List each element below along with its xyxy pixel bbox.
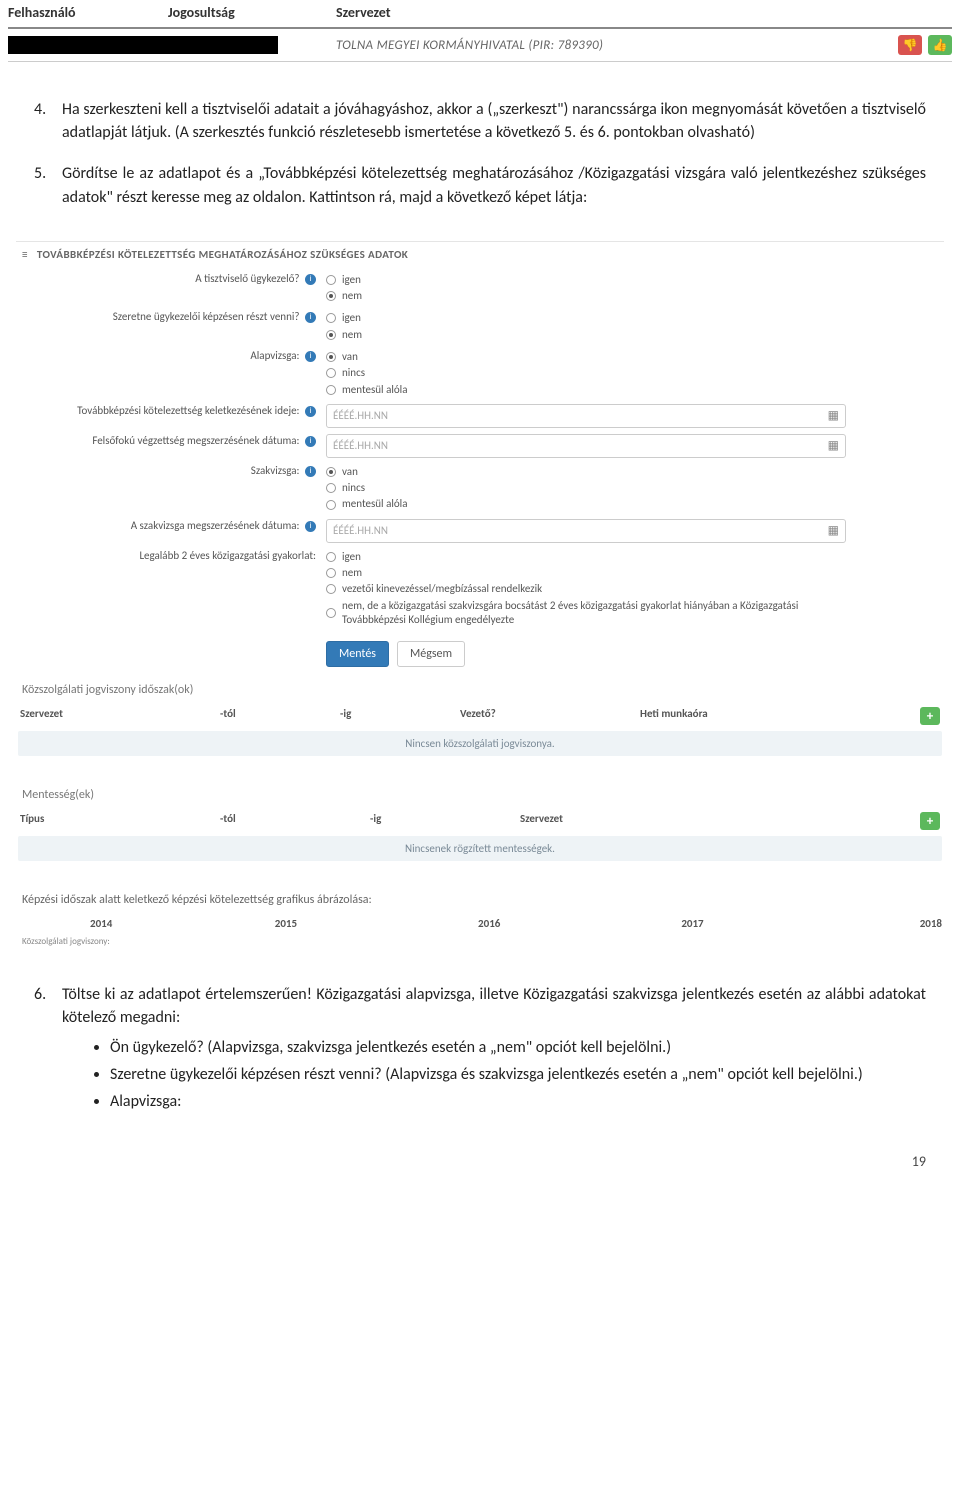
label-gyakorlat: Legalább 2 éves közigazgatási gyakorlat: [139,549,316,562]
mentesseg-empty: Nincsenek rögzített mentességek. [18,836,942,861]
paragraph-4: Ha szerkeszteni kell a tisztviselői adat… [62,98,926,144]
col-ig: -ig [366,812,516,830]
radio-label: mentesül alóla [342,497,407,511]
radio-label: nem [342,289,362,303]
radio-ugykezelo-igen[interactable] [326,275,336,285]
info-icon[interactable]: i [305,274,316,285]
radio-gyak-igen[interactable] [326,552,336,562]
radio-szeretne-igen[interactable] [326,313,336,323]
radio-label: nincs [342,481,365,495]
bullet-2: Szeretne ügykezelői képzésen részt venni… [110,1063,926,1086]
subsection-graf-title: Képzési időszak alatt keletkező képzési … [16,881,944,913]
radio-label: nem, de a közigazgatási szakvizsgára boc… [342,599,842,628]
list-number: 4. [34,98,62,144]
info-icon[interactable]: i [305,521,316,532]
label-szeretne: Szeretne ügykezelői képzésen részt venni… [113,310,300,323]
calendar-icon[interactable]: ▦ [828,523,839,538]
col-ig: -ig [336,707,456,725]
info-icon[interactable]: i [305,351,316,362]
radio-label: nem [342,566,362,580]
placeholder: ÉÉÉÉ.HH.NN [333,409,828,422]
approve-button[interactable]: 👍 [928,35,952,55]
year-2018: 2018 [794,917,942,930]
col-tol: -tól [216,812,366,830]
collapse-icon: ≡ [20,248,30,261]
cancel-button[interactable]: Mégsem [397,641,465,667]
radio-gyak-vezetoi[interactable] [326,584,336,594]
col-heti: Heti munkaóra [636,707,916,725]
form-section-header[interactable]: ≡ TOVÁBBKÉPZÉSI KÖTELEZETTSÉG MEGHATÁROZ… [16,241,944,269]
form-section-title: TOVÁBBKÉPZÉSI KÖTELEZETTSÉG MEGHATÁROZÁS… [37,248,408,261]
bullet-1: Ön ügykezelő? (Alapvizsga, szakvizsga je… [110,1036,926,1059]
placeholder: ÉÉÉÉ.HH.NN [333,439,828,452]
label-alapvizsga: Alapvizsga: [250,349,299,362]
radio-szakvizsga-nincs[interactable] [326,483,336,493]
radio-label: igen [342,311,361,325]
graf-row-label: Közszolgálati jogviszony: [16,934,944,955]
col-header-user: Felhasználó [8,4,168,21]
calendar-icon[interactable]: ▦ [828,438,839,453]
divider [8,27,952,29]
col-szervezet: Szervezet [516,812,916,830]
info-icon[interactable]: i [305,436,316,447]
year-2014: 2014 [18,917,184,930]
add-jogviszony-button[interactable]: + [920,707,940,725]
reject-button[interactable]: 👎 [898,35,922,55]
calendar-icon[interactable]: ▦ [828,408,839,423]
radio-label: igen [342,550,361,564]
radio-szeretne-nem[interactable] [326,330,336,340]
col-header-org: Szervezet [336,4,952,21]
label-tovabb-kelet: Továbbképzési kötelezettség keletkezésén… [77,404,299,417]
radio-label: mentesül alóla [342,383,407,397]
paragraph-5: Gördítse le az adatlapot és a „Továbbkép… [62,162,926,208]
col-tipus: Típus [16,812,216,830]
radio-alapvizsga-van[interactable] [326,352,336,362]
subsection-mentesseg-title: Mentesség(ek) [16,776,944,808]
col-szervezet: Szervezet [16,707,216,725]
thumbs-down-icon: 👎 [903,38,918,53]
label-ugykezelo: A tisztviselő ügykezelő? [195,272,299,285]
page-number: 19 [0,1145,960,1188]
thumbs-up-icon: 👍 [933,38,948,53]
save-button[interactable]: Mentés [326,641,389,667]
jogviszony-empty: Nincsen közszolgálati jogviszonya. [18,731,942,756]
radio-label: vezetői kinevezéssel/megbízással rendelk… [342,582,542,596]
subsection-jogviszony-title: Közszolgálati jogviszony időszak(ok) [16,671,944,703]
input-szakv-datum[interactable]: ÉÉÉÉ.HH.NN ▦ [326,519,846,543]
input-felsofoku[interactable]: ÉÉÉÉ.HH.NN ▦ [326,434,846,458]
info-icon[interactable]: i [305,312,316,323]
radio-label: nem [342,328,362,342]
input-tovabb-kelet[interactable]: ÉÉÉÉ.HH.NN ▦ [326,404,846,428]
info-icon[interactable]: i [305,406,316,417]
radio-gyak-nem[interactable] [326,568,336,578]
radio-label: nincs [342,366,365,380]
radio-ugykezelo-nem[interactable] [326,291,336,301]
info-icon[interactable]: i [305,466,316,477]
redacted-user-cell [8,36,278,54]
list-number: 6. [34,983,62,1117]
radio-alapvizsga-mentesul[interactable] [326,385,336,395]
radio-alapvizsga-nincs[interactable] [326,368,336,378]
radio-gyak-nemde[interactable] [326,608,336,618]
radio-label: igen [342,273,361,287]
label-felsofoku: Felsőfokú végzettség megszerzésének dátu… [92,434,299,447]
bullet-3: Alapvizsga: [110,1090,926,1113]
radio-szakvizsga-mentesul[interactable] [326,500,336,510]
label-szakvizsga: Szakvizsga: [251,464,300,477]
add-mentesseg-button[interactable]: + [920,812,940,830]
radio-label: van [342,465,358,479]
list-number: 5. [34,162,62,208]
org-name: TOLNA MEGYEI KORMÁNYHIVATAL (PIR: 789390… [336,38,892,53]
label-szakv-datum: A szakvizsga megszerzésének dátuma: [131,519,300,532]
col-header-role: Jogosultság [168,4,336,21]
col-vezeto: Vezető? [456,707,636,725]
year-2016: 2016 [388,917,591,930]
year-2017: 2017 [591,917,794,930]
radio-szakvizsga-van[interactable] [326,467,336,477]
paragraph-6: Töltse ki az adatlapot értelemszerűen! K… [62,985,926,1027]
placeholder: ÉÉÉÉ.HH.NN [333,524,828,537]
col-tol: -tól [216,707,336,725]
year-2015: 2015 [184,917,387,930]
radio-label: van [342,350,358,364]
